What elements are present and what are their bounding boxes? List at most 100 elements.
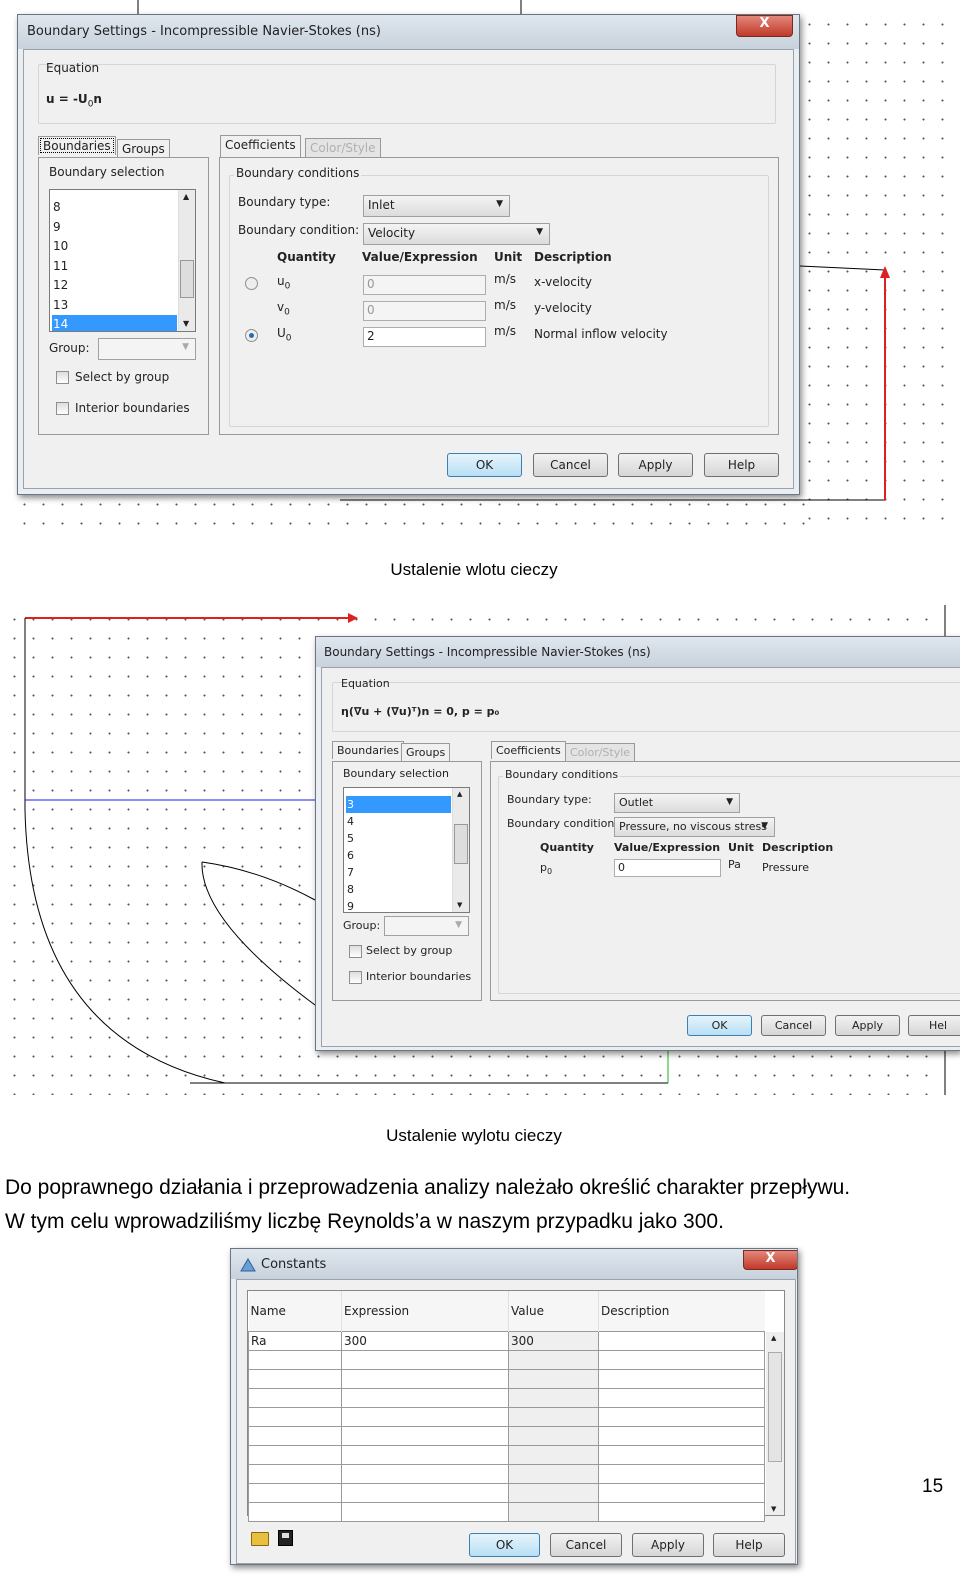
table-row[interactable] [248, 1387, 765, 1408]
tab-color-style[interactable]: Color/Style [565, 743, 636, 761]
table-row[interactable] [248, 1368, 765, 1389]
tab-groups[interactable]: Groups [117, 139, 170, 158]
scroll-up-icon[interactable]: ▲ [771, 1334, 776, 1342]
table-row[interactable] [248, 1425, 765, 1446]
table-row[interactable] [248, 1349, 765, 1370]
tab-boundaries[interactable]: Boundaries [332, 741, 405, 759]
column-header-value[interactable]: Value [508, 1291, 599, 1331]
name-cell[interactable]: Ra [248, 1330, 342, 1351]
name-cell[interactable] [248, 1501, 342, 1522]
scroll-thumb[interactable] [454, 824, 468, 864]
ok-button[interactable]: OK [469, 1533, 540, 1557]
description-cell[interactable] [598, 1387, 765, 1408]
interior-boundaries-checkbox[interactable] [349, 971, 362, 984]
list-item[interactable]: 9 [346, 898, 451, 912]
help-button[interactable]: Help [713, 1533, 785, 1557]
scroll-down-icon[interactable]: ▼ [771, 1505, 776, 1513]
p0-value-input[interactable]: 0 [614, 859, 721, 877]
name-cell[interactable] [248, 1406, 342, 1427]
boundary-type-select[interactable]: Outlet ▼ [614, 793, 740, 813]
description-cell[interactable] [598, 1444, 765, 1465]
list-item[interactable]: 12 [52, 276, 177, 296]
boundary-condition-select[interactable]: Velocity ▼ [363, 223, 550, 245]
list-item[interactable]: 4 [346, 813, 451, 830]
name-cell[interactable] [248, 1387, 342, 1408]
expression-cell[interactable] [341, 1482, 509, 1503]
description-cell[interactable] [598, 1501, 765, 1522]
list-item[interactable]: 14 [52, 315, 177, 331]
name-cell[interactable] [248, 1425, 342, 1446]
value-input[interactable]: 0 [363, 301, 486, 321]
ok-button[interactable]: OK [687, 1015, 752, 1036]
select-by-group-checkbox[interactable] [56, 371, 69, 384]
description-cell[interactable] [598, 1482, 765, 1503]
column-header-expression[interactable]: Expression [341, 1291, 509, 1331]
table-row[interactable] [248, 1501, 765, 1522]
boundary-list[interactable]: 14 13 12 11 10 9 8 ▲ ▼ [49, 189, 196, 332]
boundary-type-select[interactable]: Inlet ▼ [363, 195, 510, 217]
table-scrollbar[interactable]: ▲ ▼ [766, 1332, 784, 1515]
list-item[interactable]: 3 [346, 796, 451, 813]
list-scrollbar[interactable]: ▲ ▼ [452, 788, 469, 912]
group-select[interactable]: ▼ [98, 338, 196, 360]
description-cell[interactable] [598, 1368, 765, 1389]
cancel-button[interactable]: Cancel [550, 1533, 622, 1557]
apply-button[interactable]: Apply [632, 1533, 704, 1557]
list-item[interactable]: 7 [346, 864, 451, 881]
scroll-up-icon[interactable]: ▲ [457, 790, 462, 798]
expression-cell[interactable] [341, 1406, 509, 1427]
column-header-description[interactable]: Description [598, 1291, 765, 1331]
apply-button[interactable]: Apply [618, 453, 693, 477]
expression-cell[interactable] [341, 1425, 509, 1446]
quantity-radio[interactable] [245, 329, 258, 342]
name-cell[interactable] [248, 1482, 342, 1503]
list-item[interactable]: 6 [346, 847, 451, 864]
list-item[interactable]: 8 [346, 881, 451, 898]
group-select[interactable]: ▼ [384, 916, 469, 936]
expression-cell[interactable] [341, 1368, 509, 1389]
expression-cell[interactable] [341, 1349, 509, 1370]
cancel-button[interactable]: Cancel [761, 1015, 826, 1036]
list-scrollbar[interactable]: ▲ ▼ [178, 190, 195, 331]
scroll-up-icon[interactable]: ▲ [183, 192, 189, 201]
interior-boundaries-checkbox[interactable] [56, 402, 69, 415]
name-cell[interactable] [248, 1349, 342, 1370]
boundary-condition-select[interactable]: Pressure, no viscous stress ▼ [614, 817, 775, 837]
quantity-radio[interactable] [245, 277, 258, 290]
name-cell[interactable] [248, 1368, 342, 1389]
tab-coefficients[interactable]: Coefficients [491, 741, 566, 759]
constants-table[interactable]: Name Expression Value Description Ra 300 3… [248, 1291, 765, 1522]
boundary-list[interactable]: 9876543 ▲ ▼ [343, 787, 470, 913]
tab-boundaries[interactable]: Boundaries [38, 136, 116, 155]
save-icon[interactable] [278, 1530, 293, 1546]
value-input[interactable]: 0 [363, 275, 486, 295]
name-cell[interactable] [248, 1444, 342, 1465]
description-cell[interactable] [598, 1425, 765, 1446]
name-cell[interactable] [248, 1463, 342, 1484]
tab-color-style[interactable]: Color/Style [305, 138, 381, 157]
description-cell[interactable] [598, 1349, 765, 1370]
list-item[interactable]: 9 [52, 218, 177, 238]
help-button[interactable]: Hel [908, 1015, 960, 1036]
close-button[interactable]: X [743, 1250, 797, 1270]
list-item[interactable]: 11 [52, 257, 177, 277]
list-item[interactable]: 8 [52, 198, 177, 218]
expression-cell[interactable] [341, 1444, 509, 1465]
expression-cell[interactable] [341, 1501, 509, 1522]
description-cell[interactable] [598, 1330, 765, 1351]
cancel-button[interactable]: Cancel [533, 453, 608, 477]
table-row[interactable] [248, 1482, 765, 1503]
list-item[interactable]: 5 [346, 830, 451, 847]
scroll-down-icon[interactable]: ▼ [457, 901, 462, 909]
expression-cell[interactable] [341, 1463, 509, 1484]
scroll-thumb[interactable] [180, 260, 194, 298]
ok-button[interactable]: OK [447, 453, 522, 477]
open-folder-icon[interactable] [251, 1532, 269, 1546]
scroll-thumb[interactable] [768, 1352, 782, 1462]
description-cell[interactable] [598, 1463, 765, 1484]
tab-coefficients[interactable]: Coefficients [220, 135, 301, 158]
table-row[interactable]: Ra 300 300 [248, 1330, 765, 1351]
description-cell[interactable] [598, 1406, 765, 1427]
help-button[interactable]: Help [704, 453, 779, 477]
value-input[interactable]: 2 [363, 327, 486, 347]
